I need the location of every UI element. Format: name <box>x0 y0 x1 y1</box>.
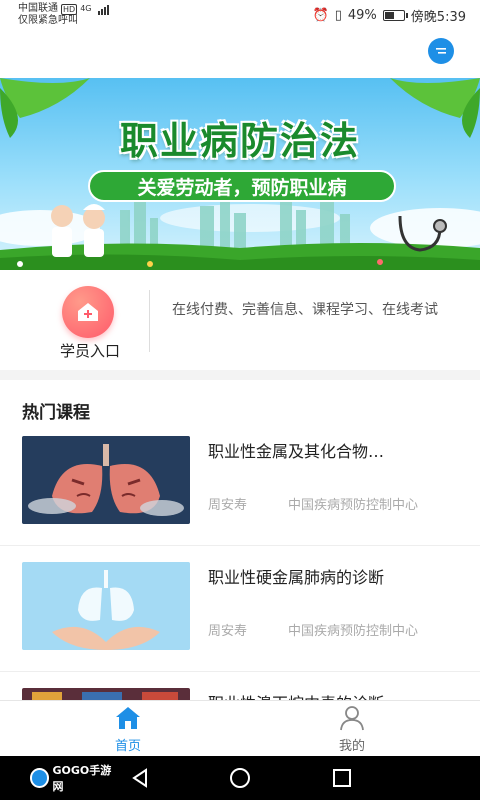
message-button[interactable] <box>428 38 454 64</box>
home-icon <box>116 707 140 729</box>
course-item[interactable]: 职业性硬金属肺病的诊断 周安寿 中国疾病预防控制中心 <box>0 546 480 672</box>
battery-percent: 49% <box>347 8 377 23</box>
student-entry-label[interactable]: 学员入口 <box>40 340 140 361</box>
chat-bubble-icon <box>436 48 446 54</box>
clock: 傍晚5:39 <box>410 10 466 25</box>
carrier-label: 中国联通 <box>18 3 58 14</box>
hd-badge: HD <box>61 3 78 15</box>
banner-title: 职业病防治法 <box>119 119 360 163</box>
banner-subtitle: 关爱劳动者，预防职业病 <box>88 170 396 202</box>
status-bar: 中国联通 HD 4G 仅限紧急呼叫 ⏰ ▯ 49% 傍晚5:39 <box>0 0 480 30</box>
back-icon[interactable] <box>128 766 152 790</box>
tab-home-label: 首页 <box>114 739 141 754</box>
course-thumbnail[interactable] <box>22 436 190 524</box>
tab-home[interactable]: 首页 <box>68 705 188 755</box>
vibrate-icon: ▯ <box>334 8 342 23</box>
course-organization: 中国疾病预防控制中心 <box>288 624 419 639</box>
student-entry-description: 在线付费、完善信息、课程学习、在线考试 <box>172 302 438 318</box>
watermark-text: GOGO手游网 <box>52 764 112 793</box>
tab-mine[interactable]: 我的 <box>292 705 412 755</box>
status-right: ⏰ ▯ 49% 傍晚5:39 <box>313 6 466 25</box>
battery-icon <box>382 10 408 21</box>
course-title[interactable]: 职业性金属及其化合物… <box>208 438 460 462</box>
house-plus-icon[interactable] <box>62 286 114 338</box>
signal-icon <box>98 3 110 15</box>
watermark-logo: GOGO手游网 <box>30 764 120 793</box>
course-organization: 中国疾病预防控制中心 <box>288 498 419 513</box>
section-divider <box>0 370 480 380</box>
system-navigation-bar: GOGO手游网 <box>0 756 480 800</box>
tab-mine-label: 我的 <box>338 739 365 754</box>
recent-apps-icon[interactable] <box>330 766 354 790</box>
alarm-icon: ⏰ <box>312 8 329 23</box>
person-icon <box>340 706 364 731</box>
student-entry[interactable]: 学员入口 在线付费、完善信息、课程学习、在线考试 <box>0 278 480 368</box>
banner[interactable]: 职业病防治法 关爱劳动者，预防职业病 <box>0 78 480 270</box>
network-label: 4G <box>80 4 92 13</box>
course-author: 周安寿 <box>208 498 248 513</box>
entry-divider <box>149 290 150 352</box>
course-item[interactable]: 职业性金属及其化合物… 周安寿 中国疾病预防控制中心 <box>0 420 480 546</box>
watermark-icon <box>30 768 50 788</box>
course-title[interactable]: 职业性硬金属肺病的诊断 <box>208 564 460 588</box>
app-screen: 中国联通 HD 4G 仅限紧急呼叫 ⏰ ▯ 49% 傍晚5:39 职业病防治法 … <box>0 0 480 800</box>
emergency-label: 仅限紧急呼叫 <box>18 15 78 26</box>
course-thumbnail[interactable] <box>22 562 190 650</box>
status-left: 中国联通 HD 4G 仅限紧急呼叫 <box>18 3 110 27</box>
bottom-navigation: 首页 我的 <box>0 700 480 756</box>
home-circle-icon[interactable] <box>228 766 252 790</box>
course-author: 周安寿 <box>208 624 248 639</box>
